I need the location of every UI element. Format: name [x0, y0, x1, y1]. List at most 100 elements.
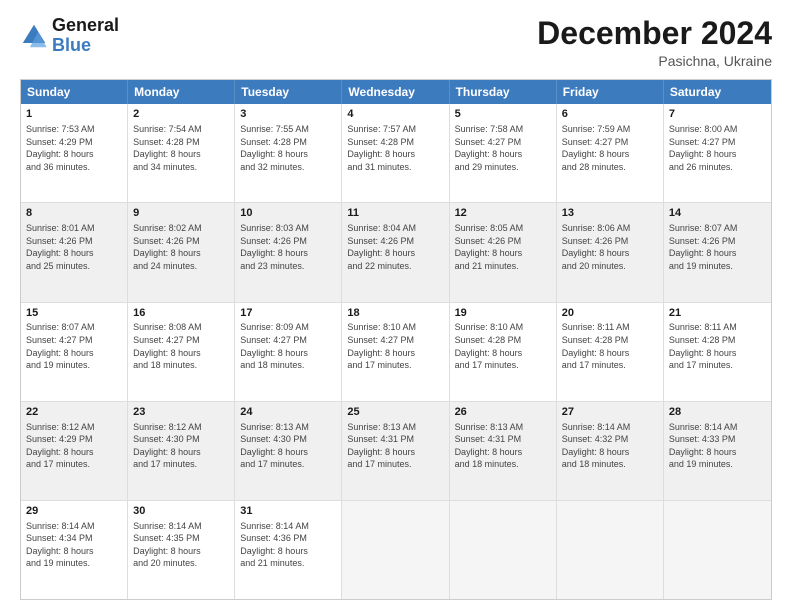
day-info: Sunrise: 8:13 AM Sunset: 4:31 PM Dayligh…	[455, 421, 551, 471]
calendar-cell: 29Sunrise: 8:14 AM Sunset: 4:34 PM Dayli…	[21, 501, 128, 599]
day-info: Sunrise: 8:12 AM Sunset: 4:29 PM Dayligh…	[26, 421, 122, 471]
day-info: Sunrise: 8:11 AM Sunset: 4:28 PM Dayligh…	[669, 321, 766, 371]
day-number: 13	[562, 206, 658, 221]
calendar-cell: 5Sunrise: 7:58 AM Sunset: 4:27 PM Daylig…	[450, 104, 557, 202]
day-info: Sunrise: 7:54 AM Sunset: 4:28 PM Dayligh…	[133, 123, 229, 173]
title-block: December 2024 Pasichna, Ukraine	[537, 16, 772, 69]
day-info: Sunrise: 8:00 AM Sunset: 4:27 PM Dayligh…	[669, 123, 766, 173]
day-info: Sunrise: 8:14 AM Sunset: 4:35 PM Dayligh…	[133, 520, 229, 570]
calendar-cell	[557, 501, 664, 599]
day-number: 4	[347, 107, 443, 122]
day-number: 14	[669, 206, 766, 221]
day-info: Sunrise: 8:14 AM Sunset: 4:33 PM Dayligh…	[669, 421, 766, 471]
day-number: 15	[26, 306, 122, 321]
day-info: Sunrise: 8:10 AM Sunset: 4:27 PM Dayligh…	[347, 321, 443, 371]
calendar-cell: 7Sunrise: 8:00 AM Sunset: 4:27 PM Daylig…	[664, 104, 771, 202]
day-number: 16	[133, 306, 229, 321]
main-title: December 2024	[537, 16, 772, 51]
day-number: 18	[347, 306, 443, 321]
day-info: Sunrise: 7:57 AM Sunset: 4:28 PM Dayligh…	[347, 123, 443, 173]
day-info: Sunrise: 8:14 AM Sunset: 4:36 PM Dayligh…	[240, 520, 336, 570]
day-info: Sunrise: 8:12 AM Sunset: 4:30 PM Dayligh…	[133, 421, 229, 471]
day-number: 1	[26, 107, 122, 122]
calendar-cell: 28Sunrise: 8:14 AM Sunset: 4:33 PM Dayli…	[664, 402, 771, 500]
logo: General Blue	[20, 16, 119, 56]
calendar-header-cell: Thursday	[450, 80, 557, 104]
day-info: Sunrise: 8:04 AM Sunset: 4:26 PM Dayligh…	[347, 222, 443, 272]
calendar-cell: 24Sunrise: 8:13 AM Sunset: 4:30 PM Dayli…	[235, 402, 342, 500]
day-number: 22	[26, 405, 122, 420]
day-info: Sunrise: 8:11 AM Sunset: 4:28 PM Dayligh…	[562, 321, 658, 371]
day-number: 20	[562, 306, 658, 321]
day-number: 8	[26, 206, 122, 221]
calendar-body: 1Sunrise: 7:53 AM Sunset: 4:29 PM Daylig…	[21, 104, 771, 599]
day-number: 21	[669, 306, 766, 321]
calendar-row: 8Sunrise: 8:01 AM Sunset: 4:26 PM Daylig…	[21, 202, 771, 301]
day-info: Sunrise: 8:13 AM Sunset: 4:31 PM Dayligh…	[347, 421, 443, 471]
calendar-cell: 31Sunrise: 8:14 AM Sunset: 4:36 PM Dayli…	[235, 501, 342, 599]
day-info: Sunrise: 8:09 AM Sunset: 4:27 PM Dayligh…	[240, 321, 336, 371]
day-info: Sunrise: 7:55 AM Sunset: 4:28 PM Dayligh…	[240, 123, 336, 173]
calendar-cell: 20Sunrise: 8:11 AM Sunset: 4:28 PM Dayli…	[557, 303, 664, 401]
day-number: 28	[669, 405, 766, 420]
header: General Blue December 2024 Pasichna, Ukr…	[20, 16, 772, 69]
day-number: 9	[133, 206, 229, 221]
calendar-header-cell: Tuesday	[235, 80, 342, 104]
day-info: Sunrise: 8:06 AM Sunset: 4:26 PM Dayligh…	[562, 222, 658, 272]
calendar-cell: 1Sunrise: 7:53 AM Sunset: 4:29 PM Daylig…	[21, 104, 128, 202]
calendar-cell: 14Sunrise: 8:07 AM Sunset: 4:26 PM Dayli…	[664, 203, 771, 301]
day-info: Sunrise: 8:02 AM Sunset: 4:26 PM Dayligh…	[133, 222, 229, 272]
calendar: SundayMondayTuesdayWednesdayThursdayFrid…	[20, 79, 772, 600]
day-number: 25	[347, 405, 443, 420]
calendar-cell: 10Sunrise: 8:03 AM Sunset: 4:26 PM Dayli…	[235, 203, 342, 301]
day-number: 26	[455, 405, 551, 420]
day-info: Sunrise: 8:07 AM Sunset: 4:26 PM Dayligh…	[669, 222, 766, 272]
calendar-cell	[664, 501, 771, 599]
day-number: 3	[240, 107, 336, 122]
calendar-cell: 30Sunrise: 8:14 AM Sunset: 4:35 PM Dayli…	[128, 501, 235, 599]
day-info: Sunrise: 8:10 AM Sunset: 4:28 PM Dayligh…	[455, 321, 551, 371]
calendar-cell: 13Sunrise: 8:06 AM Sunset: 4:26 PM Dayli…	[557, 203, 664, 301]
logo-icon	[20, 22, 48, 50]
day-number: 27	[562, 405, 658, 420]
day-number: 23	[133, 405, 229, 420]
calendar-row: 15Sunrise: 8:07 AM Sunset: 4:27 PM Dayli…	[21, 302, 771, 401]
calendar-cell: 9Sunrise: 8:02 AM Sunset: 4:26 PM Daylig…	[128, 203, 235, 301]
calendar-header: SundayMondayTuesdayWednesdayThursdayFrid…	[21, 80, 771, 104]
day-number: 7	[669, 107, 766, 122]
calendar-header-cell: Wednesday	[342, 80, 449, 104]
page: General Blue December 2024 Pasichna, Ukr…	[0, 0, 792, 612]
day-info: Sunrise: 8:14 AM Sunset: 4:34 PM Dayligh…	[26, 520, 122, 570]
logo-text: General Blue	[52, 16, 119, 56]
day-info: Sunrise: 7:53 AM Sunset: 4:29 PM Dayligh…	[26, 123, 122, 173]
day-number: 10	[240, 206, 336, 221]
calendar-cell: 25Sunrise: 8:13 AM Sunset: 4:31 PM Dayli…	[342, 402, 449, 500]
calendar-cell: 18Sunrise: 8:10 AM Sunset: 4:27 PM Dayli…	[342, 303, 449, 401]
day-number: 30	[133, 504, 229, 519]
calendar-cell: 16Sunrise: 8:08 AM Sunset: 4:27 PM Dayli…	[128, 303, 235, 401]
calendar-header-cell: Monday	[128, 80, 235, 104]
day-number: 5	[455, 107, 551, 122]
day-number: 2	[133, 107, 229, 122]
day-number: 29	[26, 504, 122, 519]
calendar-cell: 22Sunrise: 8:12 AM Sunset: 4:29 PM Dayli…	[21, 402, 128, 500]
calendar-cell: 8Sunrise: 8:01 AM Sunset: 4:26 PM Daylig…	[21, 203, 128, 301]
calendar-cell: 19Sunrise: 8:10 AM Sunset: 4:28 PM Dayli…	[450, 303, 557, 401]
day-info: Sunrise: 7:58 AM Sunset: 4:27 PM Dayligh…	[455, 123, 551, 173]
calendar-row: 29Sunrise: 8:14 AM Sunset: 4:34 PM Dayli…	[21, 500, 771, 599]
calendar-cell: 21Sunrise: 8:11 AM Sunset: 4:28 PM Dayli…	[664, 303, 771, 401]
day-info: Sunrise: 8:01 AM Sunset: 4:26 PM Dayligh…	[26, 222, 122, 272]
day-number: 11	[347, 206, 443, 221]
calendar-cell: 26Sunrise: 8:13 AM Sunset: 4:31 PM Dayli…	[450, 402, 557, 500]
day-number: 12	[455, 206, 551, 221]
calendar-cell: 2Sunrise: 7:54 AM Sunset: 4:28 PM Daylig…	[128, 104, 235, 202]
subtitle: Pasichna, Ukraine	[537, 53, 772, 69]
day-info: Sunrise: 8:14 AM Sunset: 4:32 PM Dayligh…	[562, 421, 658, 471]
calendar-header-cell: Saturday	[664, 80, 771, 104]
day-info: Sunrise: 8:08 AM Sunset: 4:27 PM Dayligh…	[133, 321, 229, 371]
calendar-header-cell: Sunday	[21, 80, 128, 104]
calendar-cell	[450, 501, 557, 599]
day-number: 24	[240, 405, 336, 420]
day-number: 31	[240, 504, 336, 519]
calendar-cell: 15Sunrise: 8:07 AM Sunset: 4:27 PM Dayli…	[21, 303, 128, 401]
